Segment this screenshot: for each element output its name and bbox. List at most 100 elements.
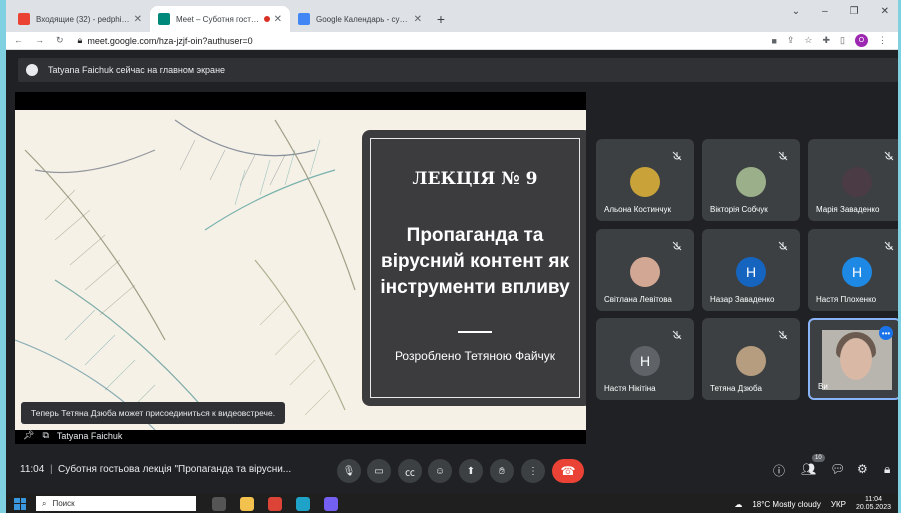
tab-gmail[interactable]: Входящие (32) - pedphilol@gm ✕ [10, 6, 150, 32]
emoji-icon: ☺ [434, 465, 446, 477]
camera-button[interactable]: ▭ [367, 459, 391, 483]
close-icon[interactable]: ✕ [274, 14, 282, 25]
back-icon[interactable]: ← [14, 35, 23, 46]
hand-icon: ✋︎ [499, 465, 505, 477]
presenter-notice-text: Tatyana Faichuk сейчас на главном экране [48, 65, 226, 75]
participant-name: Марія Заваденко [816, 205, 880, 214]
search-placeholder: Поиск [52, 499, 75, 508]
self-view-tile[interactable]: ••• Ви [808, 318, 901, 400]
captions-button[interactable]: ㏄ [398, 459, 422, 483]
avatar [736, 167, 766, 197]
url-text: meet.google.com/hza-jzjf-oin?authuser=0 [87, 35, 253, 46]
lecture-number: ЛЕКЦІЯ № 9 [412, 169, 538, 189]
close-icon[interactable]: ✕ [414, 14, 422, 25]
more-options-button[interactable]: ⋮ [521, 459, 545, 483]
slide-author: Розроблено Тетяною Файчук [394, 349, 556, 363]
host-controls-icon[interactable]: 🔒︎ [884, 462, 890, 477]
language-indicator[interactable]: УКР [831, 500, 846, 509]
close-window-icon[interactable]: ✕ [881, 6, 889, 17]
pin-icon[interactable]: 📌︎ [23, 430, 34, 441]
url-field[interactable]: 🔒︎ meet.google.com/hza-jzjf-oin?authuser… [78, 35, 253, 46]
shared-screen[interactable]: ЛЕКЦІЯ № 9 Пропаганда та вірусний контен… [15, 92, 586, 444]
participant-tile[interactable]: Альона Костинчук [596, 139, 694, 221]
minimize-icon[interactable]: – [822, 6, 828, 17]
restore-icon[interactable]: ❐ [850, 6, 859, 17]
tab-meet[interactable]: Meet – Суботня гостьова л ✕ [150, 6, 290, 32]
avatar: Н [842, 257, 872, 287]
participant-tile[interactable]: Світлана Левітова [596, 229, 694, 311]
tab-calendar[interactable]: Google Календарь - суббота, 20 ✕ [290, 6, 430, 32]
present-button[interactable]: ⬆ [459, 459, 483, 483]
end-call-button[interactable]: ☎︎ [552, 459, 584, 483]
mic-button[interactable]: 🎙︎ [337, 459, 361, 483]
people-icon[interactable]: 👥︎ [801, 462, 816, 476]
present-screen-icon: ⧉ [42, 430, 49, 440]
weather-icon: ☁ [734, 499, 743, 509]
meeting-time: 11:04 [20, 464, 45, 475]
avatar [736, 346, 766, 376]
mic-off-icon [670, 239, 684, 253]
viber-icon[interactable] [324, 496, 338, 511]
search-icon: ⌕ [42, 498, 47, 508]
tab-title: Входящие (32) - pedphilol@gm [36, 14, 130, 24]
task-view-icon[interactable] [212, 496, 226, 511]
separator: | [50, 464, 53, 475]
gmail-icon [18, 13, 30, 25]
new-tab-button[interactable]: + [430, 6, 452, 32]
participant-name: Назар Заваденко [710, 295, 775, 304]
mic-off-icon [882, 239, 896, 253]
info-icon[interactable]: ⓘ [773, 462, 785, 479]
reload-icon[interactable]: ↻ [56, 35, 64, 46]
avatar [630, 257, 660, 287]
mic-off-icon [776, 239, 790, 253]
tab-title: Google Календарь - суббота, 20 [316, 14, 410, 24]
mic-off-icon [670, 149, 684, 163]
tab-title: Meet – Суботня гостьова л [176, 14, 260, 24]
participant-name: Ви [818, 382, 828, 391]
emoji-button[interactable]: ☺ [428, 459, 452, 483]
chrome-icon[interactable] [268, 496, 282, 511]
participant-name: Настя Плохенко [816, 295, 877, 304]
taskbar-clock[interactable]: 11:04 20.05.2023 [856, 496, 891, 512]
windows-taskbar: ⌕ Поиск ☁ 18°C Mostly cloudy УКР 11:04 2… [0, 494, 901, 513]
close-icon[interactable]: ✕ [134, 14, 142, 25]
bookmark-star-icon[interactable]: ☆ [804, 35, 812, 46]
participant-name: Тетяна Дзюба [710, 384, 762, 393]
sidepanel-icon[interactable]: ▯ [840, 35, 845, 46]
tab-search-icon[interactable]: ⌄ [792, 6, 800, 17]
weather-text[interactable]: 18°C Mostly cloudy [752, 500, 821, 509]
participant-tile[interactable]: Марія Заваденко [808, 139, 901, 221]
system-tray: ☁ 18°C Mostly cloudy УКР 11:04 20.05.202… [734, 496, 891, 512]
start-icon[interactable] [14, 497, 26, 510]
chat-icon[interactable]: 💬︎ [830, 462, 845, 476]
participant-tile[interactable]: Н Настя Нікітіна [596, 318, 694, 400]
taskbar-search[interactable]: ⌕ Поиск [36, 496, 196, 511]
camera-icon[interactable]: ■ [771, 36, 776, 46]
participant-name: Світлана Левітова [604, 295, 672, 304]
participant-tile[interactable]: Тетяна Дзюба [702, 318, 800, 400]
forward-icon[interactable]: → [35, 35, 44, 46]
presentation-slide: ЛЕКЦІЯ № 9 Пропаганда та вірусний контен… [15, 110, 586, 430]
extensions-icon[interactable]: ✚ [823, 35, 831, 46]
activities-icon[interactable]: ⚙︎ [857, 462, 868, 476]
presenter-icon [26, 64, 38, 76]
profile-avatar[interactable]: O [855, 34, 868, 47]
raise-hand-button[interactable]: ✋︎ [490, 459, 514, 483]
mic-off-icon [776, 328, 790, 342]
present-icon: ⬆ [466, 465, 476, 477]
window-controls: ⌄ – ❐ ✕ [792, 6, 889, 17]
file-explorer-icon[interactable] [240, 496, 254, 511]
edge-icon[interactable] [296, 496, 310, 511]
participant-tile[interactable]: Н Назар Заваденко [702, 229, 800, 311]
menu-icon[interactable]: ⋮ [878, 35, 887, 46]
participant-tile[interactable]: Вікторія Собчук [702, 139, 800, 221]
avatar [842, 167, 872, 197]
mic-icon: 🎙︎ [342, 465, 356, 477]
participant-tile[interactable]: Н Настя Плохенко [808, 229, 901, 311]
avatar [630, 167, 660, 197]
mic-off-icon [670, 328, 684, 342]
more-options-icon[interactable]: ••• [879, 326, 893, 340]
share-icon[interactable]: ⇪ [787, 35, 795, 46]
lecture-topic: Пропаганда та вірусний контент як інстру… [380, 225, 570, 298]
mic-off-icon [882, 149, 896, 163]
